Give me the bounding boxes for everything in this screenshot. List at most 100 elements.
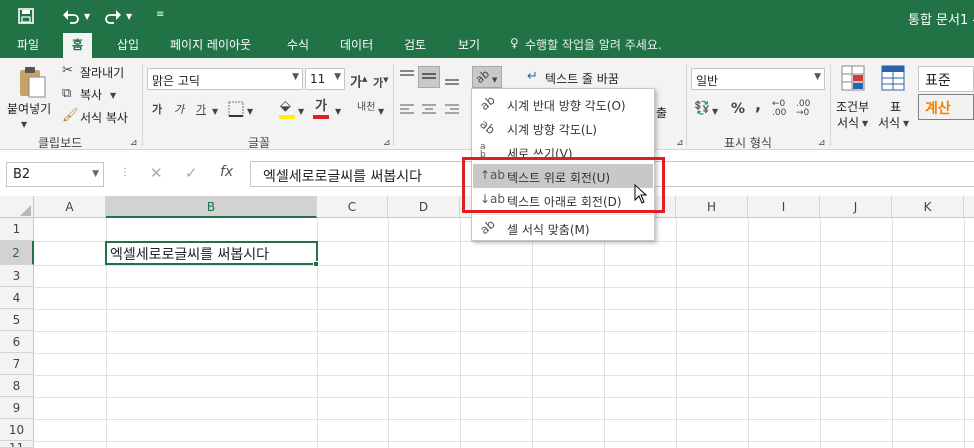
tab-formulas[interactable]: 수식 <box>287 36 309 53</box>
number-format-combo[interactable]: 일반 ▼ <box>691 68 825 90</box>
column-header-d[interactable]: D <box>388 196 460 218</box>
copy-dropdown-icon[interactable]: ▼ <box>110 89 116 103</box>
column-header-i[interactable]: I <box>748 196 820 218</box>
phonetic-button[interactable]: 내천 <box>357 101 375 115</box>
paste-icon[interactable] <box>17 65 47 99</box>
cancel-icon[interactable]: ✕ <box>150 166 163 181</box>
border-dropdown-icon[interactable]: ▼ <box>247 105 253 119</box>
row-header-1[interactable]: 1 <box>0 218 34 241</box>
copy-icon[interactable]: ⧉ <box>62 87 71 101</box>
comma-button[interactable]: , <box>755 97 761 113</box>
accounting-format-icon[interactable]: 💱 <box>694 102 710 116</box>
copy-button[interactable]: 복사 <box>80 86 102 103</box>
increase-decimal-icon[interactable]: ←0.00 <box>772 100 786 118</box>
column-header-a[interactable]: A <box>34 196 106 218</box>
conditional-formatting-button[interactable]: 조건부 <box>836 98 869 115</box>
border-icon[interactable] <box>228 101 244 117</box>
align-bottom-icon[interactable] <box>445 74 459 86</box>
column-header-j[interactable]: J <box>820 196 892 218</box>
row-header-10[interactable]: 10 <box>0 419 34 441</box>
undo-dropdown-icon[interactable]: ▼ <box>84 10 90 24</box>
undo-icon[interactable] <box>62 8 80 24</box>
cut-icon[interactable]: ✂ <box>62 64 73 78</box>
style-normal[interactable]: 표준 <box>918 66 974 92</box>
column-header-c[interactable]: C <box>317 196 388 218</box>
underline-button[interactable]: 가 <box>196 103 206 117</box>
fill-color-swatch <box>279 115 295 119</box>
fill-color-icon[interactable]: ⬙ <box>280 99 291 113</box>
menu-item-angle-counterclockwise[interactable]: ab 시계 반대 방향 각도(O) <box>473 92 653 116</box>
cut-button[interactable]: 잘라내기 <box>80 64 124 81</box>
redo-dropdown-icon[interactable]: ▼ <box>126 10 132 24</box>
wrap-text-icon[interactable]: ↵ <box>527 70 538 84</box>
bold-button[interactable]: 가 <box>152 103 162 117</box>
merge-center-button[interactable]: 출 <box>656 104 667 121</box>
row-header-2[interactable]: 2 <box>0 241 34 265</box>
font-size-combo[interactable]: 11 ▼ <box>305 68 345 90</box>
align-center-icon[interactable] <box>422 104 436 116</box>
tell-me-box[interactable]: 수행할 작업을 알려 주세요. <box>525 36 662 53</box>
row-header-9[interactable]: 9 <box>0 397 34 419</box>
clipboard-launcher-icon[interactable]: ⊿ <box>130 136 138 150</box>
font-name-combo[interactable]: 맑은 고딕 ▼ <box>147 68 303 90</box>
row-header-4[interactable]: 4 <box>0 287 34 309</box>
column-header-k[interactable]: K <box>892 196 964 218</box>
format-as-table-button[interactable]: 표 <box>890 98 901 115</box>
align-right-icon[interactable] <box>445 104 459 116</box>
enter-icon[interactable]: ✓ <box>185 166 198 181</box>
table-dropdown-icon[interactable]: ▼ <box>903 117 909 131</box>
accounting-dropdown-icon[interactable]: ▼ <box>712 105 718 119</box>
insert-function-icon[interactable]: fx <box>220 165 233 179</box>
style-calculation[interactable]: 계산 <box>918 94 974 120</box>
gridline <box>34 375 974 376</box>
row-header-3[interactable]: 3 <box>0 265 34 287</box>
tab-data[interactable]: 데이터 <box>340 36 373 53</box>
column-header-b[interactable]: B <box>106 196 317 218</box>
font-color-dropdown-icon[interactable]: ▼ <box>335 105 341 119</box>
fill-handle[interactable] <box>313 261 319 267</box>
redo-icon[interactable] <box>104 8 122 24</box>
conditional-formatting-icon[interactable] <box>840 64 868 94</box>
customize-icon[interactable]: ≡ <box>156 8 164 22</box>
percent-button[interactable]: % <box>731 102 745 116</box>
column-header-h[interactable]: H <box>676 196 748 218</box>
underline-dropdown-icon[interactable]: ▼ <box>212 105 218 119</box>
row-header-7[interactable]: 7 <box>0 353 34 375</box>
paste-button[interactable]: 붙여넣기 <box>7 100 51 117</box>
name-box[interactable]: B2 ▼ <box>6 162 104 187</box>
gridline <box>532 218 533 448</box>
grow-font-icon[interactable]: 가▲ <box>350 72 367 90</box>
save-icon[interactable] <box>18 8 34 24</box>
row-header-8[interactable]: 8 <box>0 375 34 397</box>
shrink-font-icon[interactable]: 가▼ <box>373 73 389 91</box>
font-launcher-icon[interactable]: ⊿ <box>383 136 391 150</box>
format-painter-icon[interactable]: 🖌 <box>62 109 79 123</box>
wrap-text-button[interactable]: 텍스트 줄 바꿈 <box>545 70 619 87</box>
tab-file[interactable]: 파일 <box>17 36 39 53</box>
format-painter-button[interactable]: 서식 복사 <box>80 109 128 126</box>
alignment-launcher-icon[interactable]: ⊿ <box>676 136 684 150</box>
tab-home[interactable]: 홈 <box>63 33 93 58</box>
select-all-icon <box>20 205 31 216</box>
cell-b2[interactable]: 엑셀세로로글씨를 써봅시다 <box>105 241 318 265</box>
format-as-table-icon[interactable] <box>880 64 908 94</box>
row-header-6[interactable]: 6 <box>0 331 34 353</box>
decrease-decimal-icon[interactable]: .00 →0 <box>796 100 810 118</box>
align-left-icon[interactable] <box>400 104 414 116</box>
paste-dropdown-icon[interactable]: ▼ <box>21 118 27 132</box>
italic-button[interactable]: 가 <box>174 103 184 117</box>
tab-review[interactable]: 검토 <box>404 36 426 53</box>
conditional-dropdown-icon[interactable]: ▼ <box>862 117 868 131</box>
row-header-11[interactable]: 11 <box>0 441 34 448</box>
fill-color-dropdown-icon[interactable]: ▼ <box>298 105 304 119</box>
row-header-5[interactable]: 5 <box>0 309 34 331</box>
tab-insert[interactable]: 삽입 <box>117 36 139 53</box>
font-color-button[interactable]: 가 <box>315 100 327 114</box>
menu-item-angle-clockwise[interactable]: ab 시계 방향 각도(L) <box>473 116 653 140</box>
tab-page-layout[interactable]: 페이지 레이아웃 <box>170 36 251 53</box>
tab-view[interactable]: 보기 <box>458 36 480 53</box>
align-top-icon[interactable] <box>400 70 414 82</box>
phonetic-dropdown-icon[interactable]: ▼ <box>378 105 384 119</box>
menu-item-format-cell-alignment[interactable]: ab 셀 서식 맞춤(M) <box>473 216 653 240</box>
number-launcher-icon[interactable]: ⊿ <box>818 136 826 150</box>
